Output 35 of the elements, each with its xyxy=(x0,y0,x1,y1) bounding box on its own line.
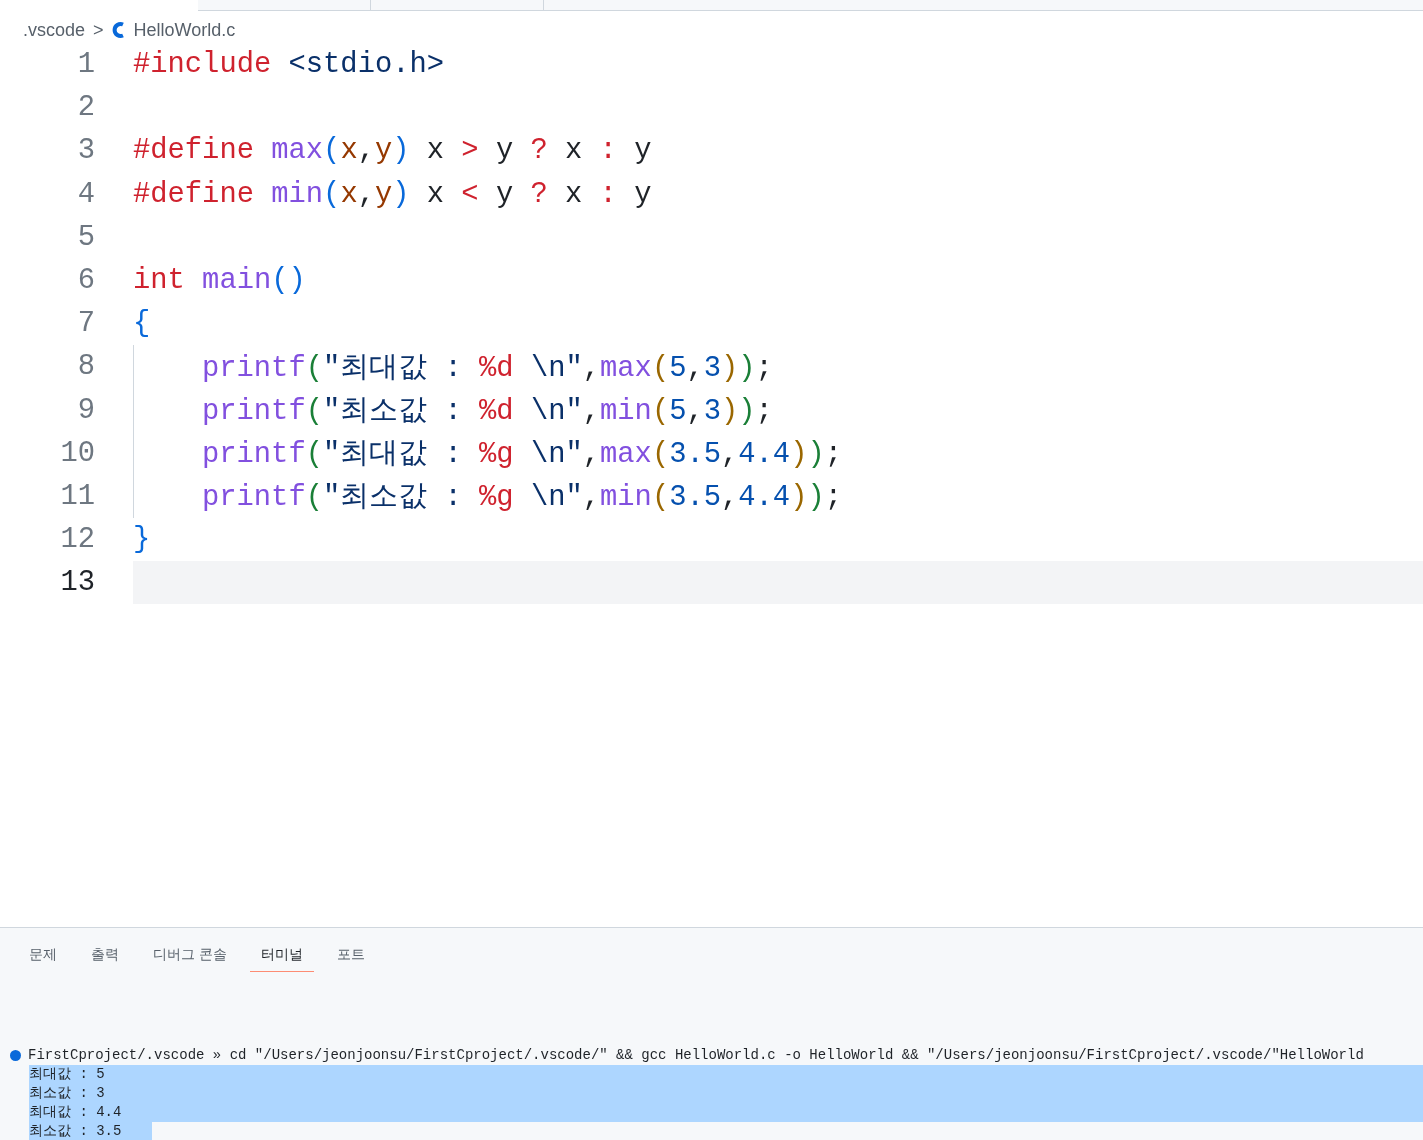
line-number: 1 xyxy=(76,48,95,82)
line-number: 3 xyxy=(76,134,95,168)
line-number: 10 xyxy=(59,436,95,470)
panel-tab[interactable]: 출력 xyxy=(80,942,130,972)
code-line: printf("최대값 : %g \n",max(3.5,4.4)); xyxy=(202,437,842,474)
line-number: 2 xyxy=(76,91,95,125)
status-dot-icon xyxy=(10,1050,21,1061)
line-number: 7 xyxy=(76,307,95,341)
line-number: 6 xyxy=(76,264,95,298)
terminal-prompt: FirstCproject/.vscode » xyxy=(28,1046,222,1065)
code-line: { xyxy=(133,307,151,341)
code-line: printf("최대값 : %d \n",max(5,3)); xyxy=(202,350,773,387)
line-number: 11 xyxy=(59,479,95,513)
line-number: 12 xyxy=(59,523,95,557)
breadcrumb-folder[interactable]: .vscode xyxy=(23,19,86,41)
terminal-command: cd "/Users/jeonjoonsu/FirstCproject/.vscode/" && gcc HelloWorld.c -o HelloWorld && "/Users/jeonjoonsu/FirstCproject/.vscode/"HelloWorld xyxy=(228,1046,1364,1065)
code-line: #define max(x,y) x > y ? x : y xyxy=(133,134,652,168)
code-line: } xyxy=(133,523,151,557)
code-line: printf("최소값 : %g \n",min(3.5,4.4)); xyxy=(202,480,842,517)
code-line: printf("최소값 : %d \n",min(5,3)); xyxy=(202,394,773,431)
line-number: 8 xyxy=(76,350,95,384)
panel-tab[interactable]: 터미널 xyxy=(249,942,314,972)
panel-tab[interactable]: 포트 xyxy=(325,942,376,972)
code-line: #include <stdio.h> xyxy=(133,48,445,82)
line-number: 13 xyxy=(59,566,95,600)
line-number: 9 xyxy=(76,393,95,427)
breadcrumb-separator: > xyxy=(93,19,104,41)
panel-tab[interactable]: 디버그 콘솔 xyxy=(142,942,238,972)
code-line: #define min(x,y) x < y ? x : y xyxy=(133,177,652,211)
c-file-icon xyxy=(111,20,126,40)
panel-tab[interactable]: 문제 xyxy=(18,942,68,972)
line-number: 4 xyxy=(76,177,95,211)
breadcrumb-file[interactable]: HelloWorld.c xyxy=(133,19,236,41)
line-number: 5 xyxy=(76,220,95,254)
code-line: int main() xyxy=(133,264,306,298)
